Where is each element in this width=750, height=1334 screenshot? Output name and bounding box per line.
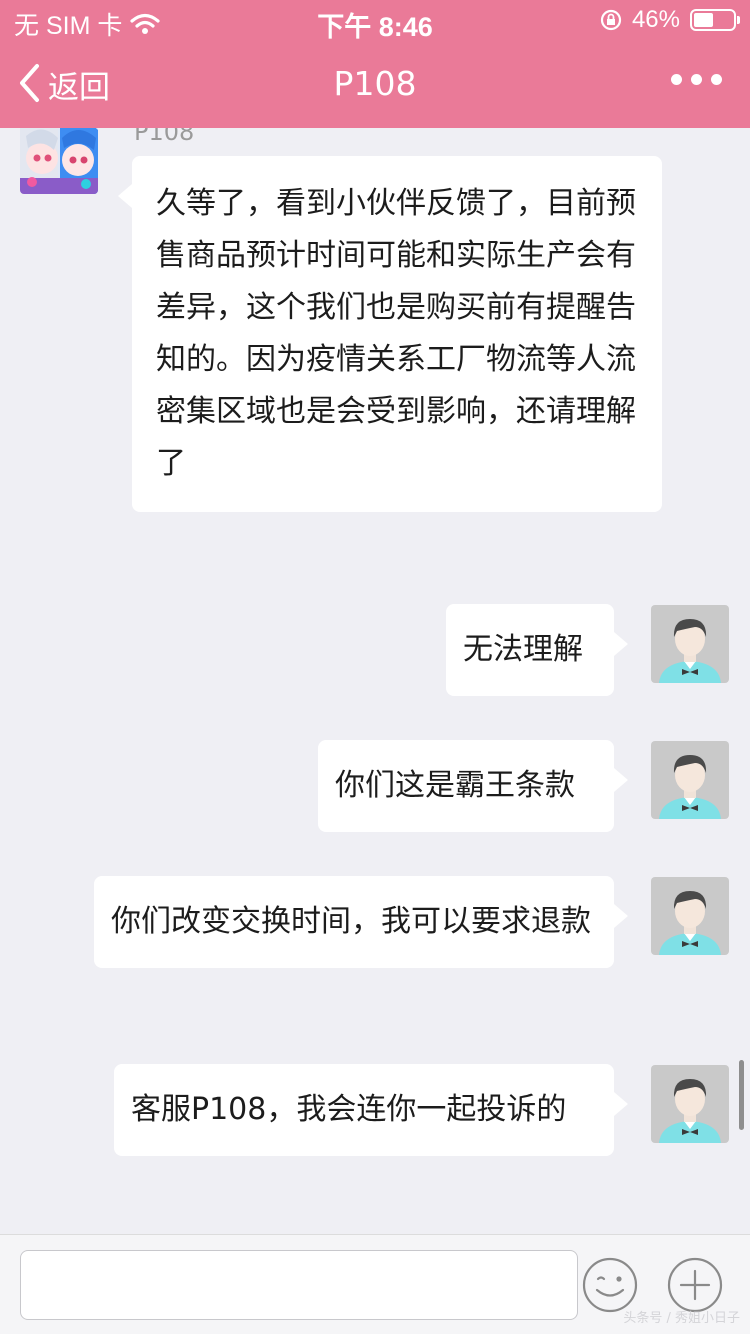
battery-icon (690, 9, 740, 31)
user-avatar[interactable] (651, 877, 729, 955)
sender-name: P108 (134, 128, 195, 146)
message-text: 客服P108，我会连你一起投诉的 (131, 1092, 567, 1127)
status-bar: 无 SIM 卡 下午 8:46 46% (0, 0, 750, 42)
ellipsis-icon (671, 74, 682, 85)
message-bubble-outgoing[interactable]: 你们这是霸王条款 (318, 740, 628, 832)
message-text: 你们改变交换时间，我可以要求退款 (111, 904, 591, 939)
message-bubble-outgoing[interactable]: 你们改变交换时间，我可以要求退款 (94, 876, 628, 968)
message-text: 久等了，看到小伙伴反馈了，目前预售商品预计时间可能和实际生产会有差异，这个我们也… (156, 186, 636, 481)
battery-percent: 46% (631, 6, 680, 33)
chat-area[interactable]: P108 久等了，看到小伙伴反馈了，目前预售商品预计时间可能和实际生产会有差异，… (0, 128, 750, 1234)
user-avatar[interactable] (651, 1065, 729, 1143)
agent-avatar[interactable] (20, 128, 98, 194)
nav-bar: 返回 P108 (0, 40, 750, 128)
user-avatar[interactable] (651, 605, 729, 683)
ellipsis-icon (711, 74, 722, 85)
rotation-lock-icon (600, 9, 622, 31)
ellipsis-icon (691, 74, 702, 85)
message-bubble-outgoing[interactable]: 无法理解 (446, 604, 628, 696)
message-input[interactable] (20, 1250, 578, 1320)
message-text: 你们这是霸王条款 (335, 768, 575, 803)
watermark: 头条号 / 秀姐小日子 (623, 1311, 740, 1326)
scrollbar[interactable] (739, 1060, 744, 1130)
message-bubble-incoming[interactable]: 久等了，看到小伙伴反馈了，目前预售商品预计时间可能和实际生产会有差异，这个我们也… (118, 156, 662, 512)
input-bar: 头条号 / 秀姐小日子 (0, 1234, 750, 1334)
message-bubble-outgoing[interactable]: 客服P108，我会连你一起投诉的 (114, 1064, 628, 1156)
battery-fill (694, 13, 714, 27)
page-title: P108 (333, 64, 417, 103)
message-text: 无法理解 (463, 632, 583, 667)
status-right: 46% (600, 6, 740, 34)
more-options-button[interactable] (671, 74, 722, 85)
user-avatar[interactable] (651, 741, 729, 819)
